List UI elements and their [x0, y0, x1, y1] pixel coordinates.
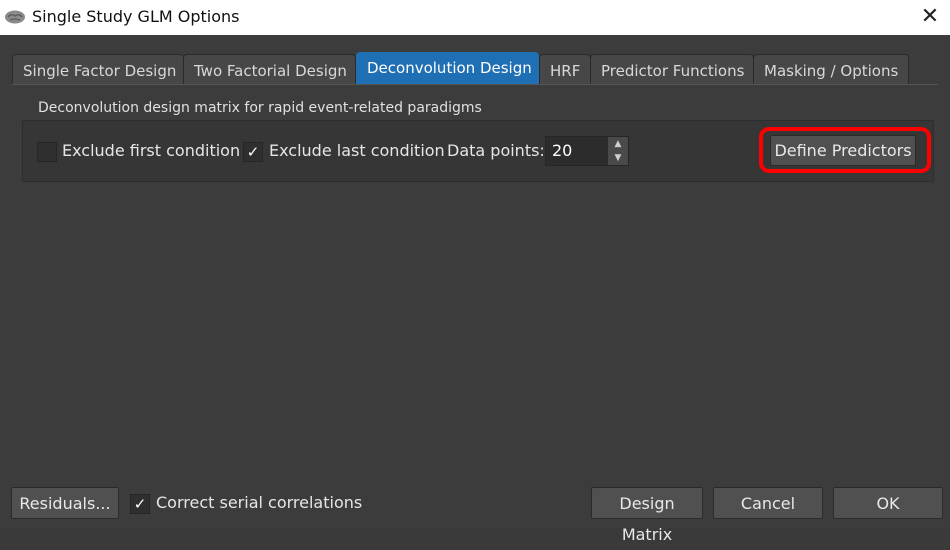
exclude-last-label: Exclude last condition: [269, 141, 445, 160]
exclude-first-label: Exclude first condition: [62, 141, 241, 160]
exclude-last-checkbox[interactable]: ✓: [243, 142, 263, 162]
close-icon[interactable]: ✕: [916, 3, 944, 31]
tab-masking-options[interactable]: Masking / Options: [753, 54, 909, 84]
tab-deconvolution-design[interactable]: Deconvolution Design: [356, 52, 539, 84]
glm-options-dialog: Single Study GLM Options ✕ Single Factor…: [0, 0, 950, 544]
tab-hrf[interactable]: HRF: [539, 54, 591, 84]
spin-up-icon[interactable]: ▲: [608, 137, 628, 151]
correct-serial-label: Correct serial correlations: [156, 493, 363, 512]
spin-down-icon[interactable]: ▼: [608, 151, 628, 165]
cancel-button[interactable]: Cancel: [713, 487, 823, 519]
spinbox-buttons: ▲ ▼: [608, 137, 628, 165]
window-title: Single Study GLM Options: [32, 7, 240, 26]
data-points-label: Data points:: [447, 141, 545, 160]
ok-button[interactable]: OK: [833, 487, 943, 519]
design-matrix-button[interactable]: Design Matrix: [591, 487, 703, 544]
data-points-value[interactable]: 20: [552, 141, 572, 160]
tab-single-factor-design[interactable]: Single Factor Design: [12, 54, 184, 84]
title-bar: Single Study GLM Options ✕: [0, 0, 950, 35]
tab-two-factorial-design[interactable]: Two Factorial Design: [183, 54, 356, 84]
residuals-button[interactable]: Residuals...: [11, 487, 119, 519]
tab-predictor-functions[interactable]: Predictor Functions: [590, 54, 754, 84]
highlight-annotation: [759, 127, 931, 173]
brain-icon: [5, 10, 25, 24]
deconvolution-description: Deconvolution design matrix for rapid ev…: [38, 100, 482, 116]
correct-serial-checkbox[interactable]: ✓: [130, 494, 150, 514]
data-points-spinbox[interactable]: 20 ▲ ▼: [545, 136, 629, 166]
exclude-first-checkbox[interactable]: [37, 142, 57, 162]
